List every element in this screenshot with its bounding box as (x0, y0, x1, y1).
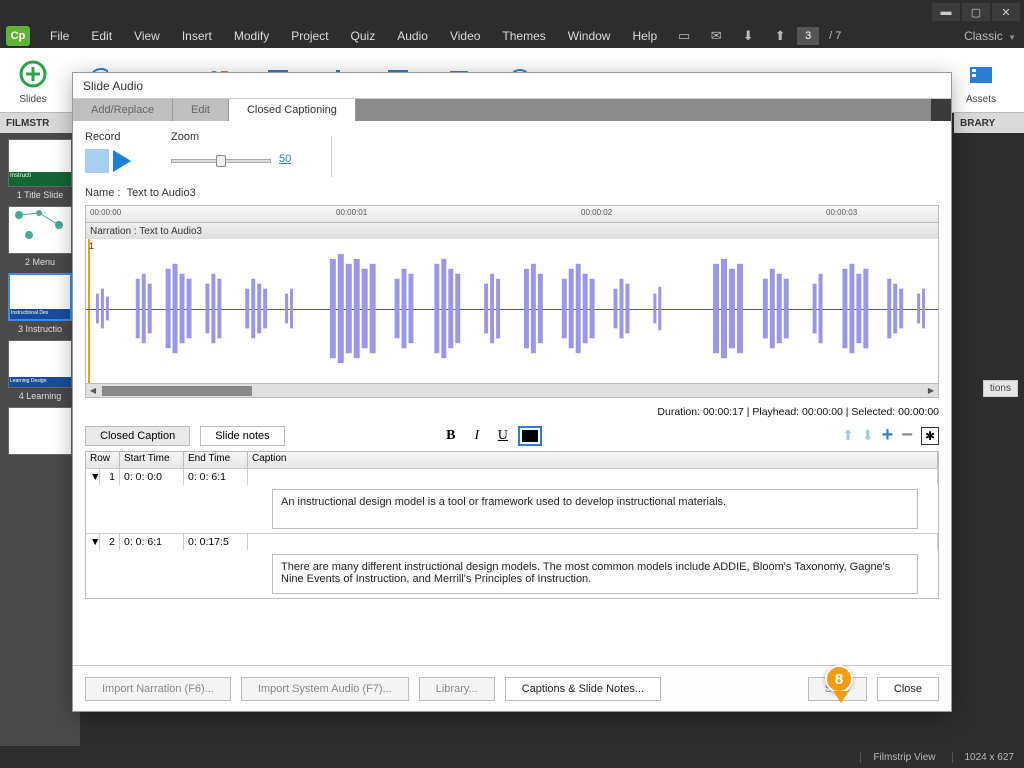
menu-audio[interactable]: Audio (387, 27, 438, 45)
tab-add-replace[interactable]: Add/Replace (73, 99, 173, 121)
scroll-left-icon[interactable]: ◀ (86, 385, 100, 397)
caption-text[interactable]: There are many different instructional d… (272, 554, 918, 594)
expand-toggle[interactable]: ▼ (86, 534, 100, 550)
menu-insert[interactable]: Insert (172, 27, 222, 45)
time-ruler: 00:00:00 00:00:01 00:00:02 00:00:03 (85, 205, 939, 223)
workspace-selector[interactable]: Classic ▼ (956, 29, 1024, 43)
play-button[interactable] (113, 150, 131, 172)
status-dimensions: 1024 x 627 (952, 752, 1015, 763)
move-up-icon[interactable]: ⬆ (842, 427, 854, 444)
page-total: / 7 (829, 30, 841, 42)
tab-edit[interactable]: Edit (173, 99, 229, 121)
tab-closed-captioning[interactable]: Closed Captioning (229, 99, 356, 121)
menu-bar: Cp File Edit View Insert Modify Project … (0, 24, 1024, 48)
filmstrip-slide[interactable]: Instructional Des 3 Instructio (4, 273, 76, 334)
bold-button[interactable]: B (440, 426, 462, 446)
text-color-button[interactable] (518, 426, 542, 446)
audio-name: Text to Audio3 (127, 187, 196, 199)
name-label: Name : (85, 187, 120, 199)
minimize-button[interactable]: ▬ (932, 3, 960, 21)
dialog-footer: Import Narration (F6)... Import System A… (73, 665, 951, 711)
import-narration-button[interactable]: Import Narration (F6)... (85, 677, 231, 701)
tab-closed-caption[interactable]: Closed Caption (85, 426, 190, 446)
close-button[interactable]: Close (877, 677, 939, 701)
record-button[interactable] (85, 149, 109, 173)
menu-file[interactable]: File (40, 27, 79, 45)
tab-slide-notes[interactable]: Slide notes (200, 426, 284, 446)
col-row: Row (86, 452, 120, 468)
remove-caption-button[interactable]: − (901, 424, 913, 447)
move-down-icon[interactable]: ⬇ (862, 427, 874, 444)
maximize-button[interactable]: ▢ (962, 3, 990, 21)
duration-readout: Duration: 00:00:17 | Playhead: 00:00:00 … (85, 406, 939, 418)
library-button[interactable]: Library... (419, 677, 495, 701)
zoom-label: Zoom (171, 131, 291, 143)
expand-toggle[interactable]: ▼ (86, 469, 100, 485)
zoom-slider[interactable] (171, 159, 271, 163)
scrollbar-thumb[interactable] (102, 386, 252, 396)
library-header: BRARY (954, 113, 1024, 133)
filmstrip-slide[interactable]: Learning Design 4 Learning (4, 340, 76, 401)
filmstrip-header: FILMSTR (0, 113, 80, 133)
underline-button[interactable]: U (492, 426, 514, 446)
app-logo: Cp (6, 26, 30, 46)
menu-modify[interactable]: Modify (224, 27, 279, 45)
scroll-right-icon[interactable]: ▶ (924, 385, 938, 397)
menu-themes[interactable]: Themes (492, 27, 555, 45)
import-system-audio-button[interactable]: Import System Audio (F7)... (241, 677, 409, 701)
page-number-input[interactable] (797, 27, 819, 45)
download-icon[interactable]: ⬇ (739, 28, 757, 44)
narration-track-label: Narration : Text to Audio3 (85, 223, 939, 239)
slides-tool[interactable]: Slides (8, 56, 58, 105)
filmstrip-slide[interactable]: Instructi 1 Title Slide (4, 139, 76, 200)
menu-window[interactable]: Window (558, 27, 621, 45)
tutorial-callout: 8 (825, 665, 857, 709)
add-caption-button[interactable]: + (882, 424, 894, 447)
dialog-title: Slide Audio (73, 73, 951, 99)
divider (331, 137, 332, 177)
menu-video[interactable]: Video (440, 27, 490, 45)
col-caption: Caption (248, 452, 938, 468)
waveform-scrollbar[interactable]: ◀ ▶ (85, 384, 939, 398)
close-window-button[interactable]: ✕ (992, 3, 1020, 21)
col-start: Start Time (120, 452, 184, 468)
menu-project[interactable]: Project (281, 27, 338, 45)
zoom-value[interactable]: 50 (279, 153, 291, 165)
menu-help[interactable]: Help (622, 27, 667, 45)
right-panel-fragment: tions (983, 380, 1018, 397)
menu-view[interactable]: View (124, 27, 170, 45)
menu-quiz[interactable]: Quiz (341, 27, 386, 45)
status-view: Filmstrip View (860, 752, 935, 763)
caption-settings-button[interactable]: ✱ (921, 427, 939, 445)
status-bar: Filmstrip View 1024 x 627 (0, 746, 1024, 768)
caption-row[interactable]: ▼ 2 0: 0: 6:1 0: 0:17:5 (86, 533, 938, 550)
menu-edit[interactable]: Edit (81, 27, 122, 45)
caption-text[interactable]: An instructional design model is a tool … (272, 489, 918, 529)
italic-button[interactable]: I (466, 426, 488, 446)
filmstrip-panel: Instructi 1 Title Slide 2 Menu Instructi… (0, 133, 80, 746)
slide-audio-dialog: Slide Audio Add/Replace Edit Closed Capt… (72, 72, 952, 712)
upload-icon[interactable]: ⬆ (771, 28, 789, 44)
assets-tool[interactable]: Assets (956, 56, 1006, 105)
filmstrip-slide[interactable] (4, 407, 76, 455)
filmstrip-slide[interactable]: 2 Menu (4, 206, 76, 267)
comment-icon[interactable]: ▭ (675, 28, 693, 44)
captions-table: Row Start Time End Time Caption ▼ 1 0: 0… (85, 451, 939, 599)
col-end: End Time (184, 452, 248, 468)
caption-row[interactable]: ▼ 1 0: 0: 0:0 0: 0: 6:1 (86, 468, 938, 485)
waveform-display[interactable]: 1 (85, 239, 939, 384)
captions-notes-button[interactable]: Captions & Slide Notes... (505, 677, 661, 701)
record-label: Record (85, 131, 131, 143)
mail-icon[interactable]: ✉ (707, 28, 725, 44)
